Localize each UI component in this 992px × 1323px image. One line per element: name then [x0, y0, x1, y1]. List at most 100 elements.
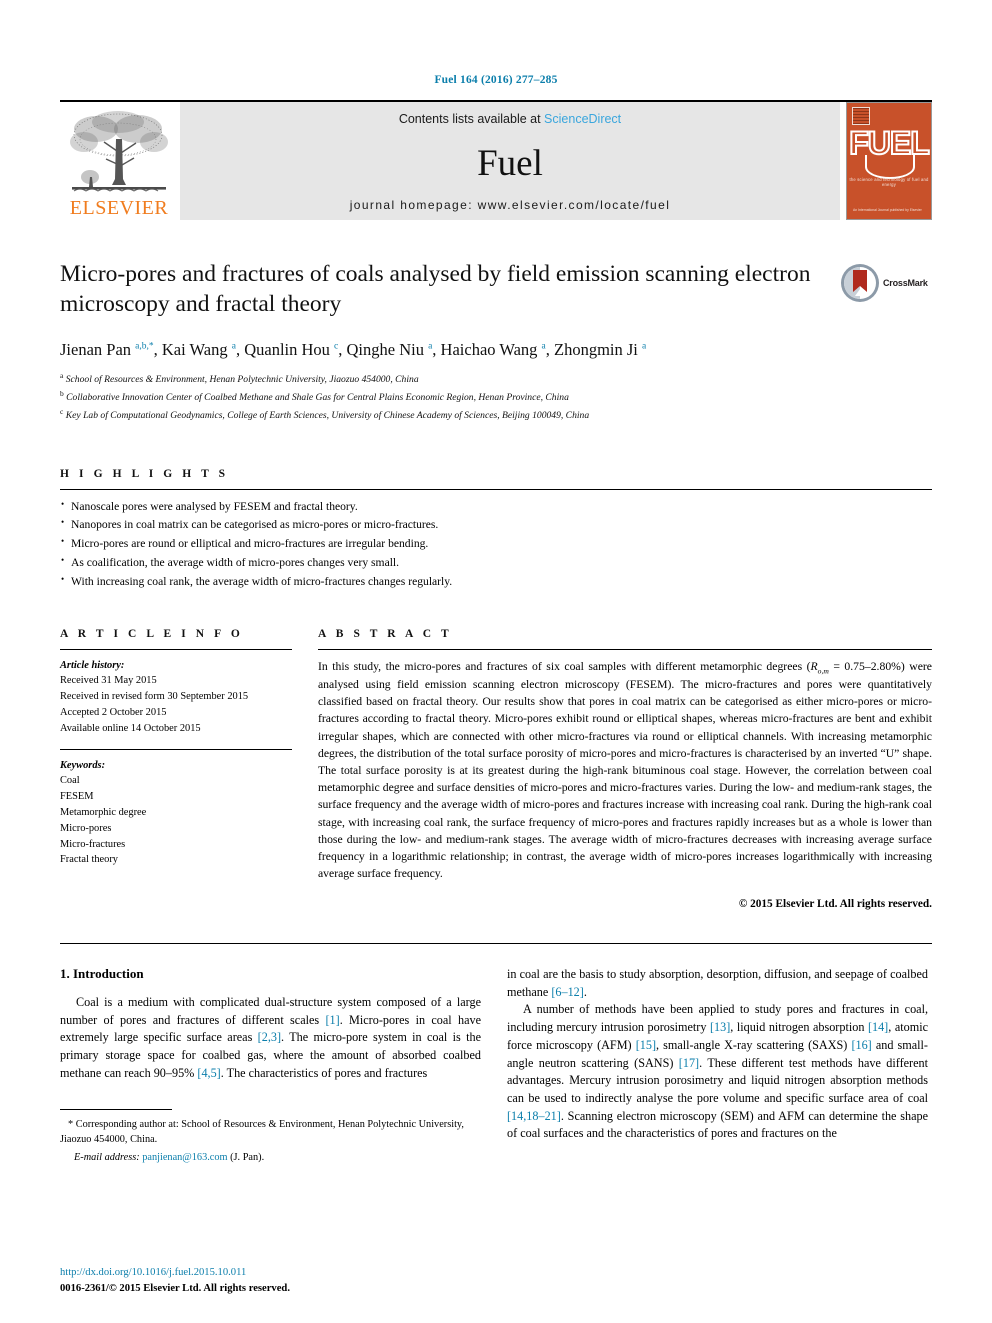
keyword-item: Micro-fractures	[60, 838, 126, 850]
contents-prefix: Contents lists available at	[398, 112, 545, 126]
citation-ref[interactable]: [15]	[636, 1038, 656, 1052]
citation-ref[interactable]: [4,5]	[197, 1066, 220, 1080]
doi-link[interactable]: http://dx.doi.org/10.1016/j.fuel.2015.10…	[60, 1265, 290, 1281]
keyword-item: Metamorphic degree	[60, 807, 147, 819]
reflectance-letter: R	[810, 659, 818, 673]
affiliation-text-a: School of Resources & Environment, Henan…	[65, 374, 419, 386]
keyword-item: Fractal theory	[60, 854, 118, 866]
abstract-text-part2: = 0.75–2.80%) were analysed using field …	[318, 659, 932, 881]
title-block: Micro-pores and fractures of coals analy…	[60, 260, 932, 424]
highlight-item: Micro-pores are round or elliptical and …	[60, 534, 932, 554]
body-separator-rule	[60, 943, 932, 945]
journal-homepage-link[interactable]: journal homepage: www.elsevier.com/locat…	[350, 198, 671, 212]
journal-masthead: ELSEVIER Contents lists available at Sci…	[60, 100, 932, 220]
crossmark-icon	[841, 264, 879, 302]
intro-right-text-f: , small-angle X-ray scattering (SAXS)	[656, 1037, 852, 1052]
page-footer: http://dx.doi.org/10.1016/j.fuel.2015.10…	[60, 1265, 290, 1297]
highlight-item: With increasing coal rank, the average w…	[60, 572, 932, 592]
article-history-item: Received in revised form 30 September 20…	[60, 691, 249, 703]
abstract-column: A B S T R A C T In this study, the micro…	[318, 628, 932, 914]
abstract-rule	[318, 648, 932, 650]
highlight-item: As coalification, the average width of m…	[60, 553, 932, 573]
sciencedirect-link[interactable]: ScienceDirect	[544, 112, 621, 126]
masthead-center-panel: Contents lists available at ScienceDirec…	[180, 102, 840, 220]
article-title: Micro-pores and fractures of coals analy…	[60, 261, 811, 317]
highlight-item: Nanoscale pores were analysed by FESEM a…	[60, 497, 932, 517]
corresponding-author-line: * Corresponding author at: School of Res…	[60, 1117, 481, 1148]
corresponding-author-text: Corresponding author at: School of Resou…	[60, 1118, 464, 1145]
intro-right-text-b: .	[583, 984, 587, 999]
affiliation-a: a School of Resources & Environment, Hen…	[60, 370, 932, 388]
article-info-rule	[60, 648, 292, 650]
email-label: E-mail address:	[74, 1152, 140, 1164]
elsevier-logo: ELSEVIER	[60, 102, 178, 220]
keyword-item: Micro-pores	[60, 822, 112, 834]
keyword-item: Coal	[60, 775, 80, 787]
cover-publisher-logo-icon	[852, 107, 870, 125]
abstract-paragraph: In this study, the micro-pores and fract…	[318, 658, 932, 883]
cover-bottom-text: An International Journal published by El…	[853, 207, 922, 212]
running-head: Fuel 164 (2016) 277–285	[434, 74, 558, 86]
citation-ref[interactable]: [14]	[868, 1020, 888, 1034]
issn-copyright-line: 0016-2361/© 2015 Elsevier Ltd. All right…	[60, 1283, 290, 1295]
crossmark-badge[interactable]: CrossMark	[840, 262, 932, 304]
journal-title: Fuel	[477, 142, 543, 184]
keywords-rule	[60, 748, 292, 750]
abstract-heading: A B S T R A C T	[318, 627, 453, 640]
contents-available-line: Contents lists available at ScienceDirec…	[399, 112, 621, 126]
email-suffix: (J. Pan).	[227, 1152, 265, 1164]
citation-ref[interactable]: [2,3]	[258, 1030, 281, 1044]
article-history-item: Accepted 2 October 2015	[60, 706, 167, 718]
highlight-item: Nanopores in coal matrix can be categori…	[60, 515, 932, 535]
abstract-copyright: © 2015 Elsevier Ltd. All rights reserved…	[738, 898, 932, 911]
citation-ref[interactable]: [13]	[710, 1020, 730, 1034]
info-abstract-row: A R T I C L E I N F O Article history: R…	[60, 628, 932, 914]
highlights-section: H I G H L I G H T S Nanoscale pores were…	[60, 468, 932, 592]
affiliation-b: b Collaborative Innovation Center of Coa…	[60, 388, 932, 406]
author-list: Jienan Pan a,b,*, Kai Wang a, Quanlin Ho…	[60, 340, 647, 360]
affiliation-text-b: Collaborative Innovation Center of Coalb…	[66, 392, 569, 404]
citation-ref[interactable]: [1]	[325, 1013, 339, 1027]
intro-right-text-d: , liquid nitrogen absorption	[730, 1020, 868, 1035]
intro-paragraph-right-1: in coal are the basis to study absorptio…	[507, 966, 928, 1001]
citation-ref[interactable]: [16]	[851, 1038, 871, 1052]
intro-right-text-i: . Scanning electron microscopy (SEM) and…	[507, 1108, 928, 1141]
intro-paragraph-right-2: A number of methods have been applied to…	[507, 1001, 928, 1143]
article-history-item: Available online 14 October 2015	[60, 722, 201, 734]
article-page: Fuel 164 (2016) 277–285 ELSEVIER Content…	[0, 0, 992, 1323]
journal-cover-thumbnail: FUEL the science and technology of fuel …	[846, 102, 932, 220]
email-link[interactable]: panjienan@163.com	[142, 1152, 227, 1163]
crossmark-label: CrossMark	[883, 278, 928, 288]
body-column-left: 1. Introduction Coal is a medium with co…	[60, 966, 481, 1166]
body-columns: 1. Introduction Coal is a medium with co…	[60, 966, 932, 1166]
introduction-heading: 1. Introduction	[60, 966, 144, 982]
keyword-item: FESEM	[60, 791, 94, 803]
abstract-text-part1: In this study, the micro-pores and fract…	[318, 659, 811, 673]
intro-left-text-d: . The characteristics of pores and fract…	[220, 1065, 428, 1080]
article-history-block: Article history: Received 31 May 2015 Re…	[60, 658, 292, 737]
keywords-label: Keywords:	[60, 759, 106, 771]
keywords-block: Keywords: Coal FESEM Metamorphic degree …	[60, 758, 292, 869]
article-history-item: Received 31 May 2015	[60, 675, 157, 687]
citation-ref[interactable]: [6–12]	[551, 985, 584, 999]
article-info-heading: A R T I C L E I N F O	[60, 627, 244, 640]
affiliation-marker-a: a	[60, 371, 64, 381]
elsevier-wordmark: ELSEVIER	[69, 197, 169, 219]
footnote-rule	[60, 1108, 172, 1110]
reflectance-symbol: Ro,m	[810, 659, 829, 675]
corresponding-author-footnote: * Corresponding author at: School of Res…	[60, 1108, 481, 1166]
affiliation-text-c: Key Lab of Computational Geodynamics, Co…	[65, 410, 590, 422]
citation-ref[interactable]: [17]	[679, 1056, 699, 1070]
affiliation-c: c Key Lab of Computational Geodynamics, …	[60, 406, 932, 424]
body-column-right: in coal are the basis to study absorptio…	[507, 966, 928, 1166]
article-history-label: Article history:	[60, 659, 125, 671]
cover-arc-decoration	[865, 155, 915, 179]
affiliation-list: a School of Resources & Environment, Hen…	[60, 370, 932, 423]
email-line: E-mail address: panjienan@163.com (J. Pa…	[60, 1150, 481, 1165]
highlights-rule	[60, 488, 932, 490]
affiliation-marker-b: b	[60, 389, 64, 399]
citation-ref[interactable]: [14,18–21]	[507, 1109, 561, 1123]
elsevier-tree-icon	[70, 111, 168, 192]
affiliation-marker-c: c	[60, 406, 64, 416]
reflectance-subscript: o,m	[817, 665, 829, 675]
